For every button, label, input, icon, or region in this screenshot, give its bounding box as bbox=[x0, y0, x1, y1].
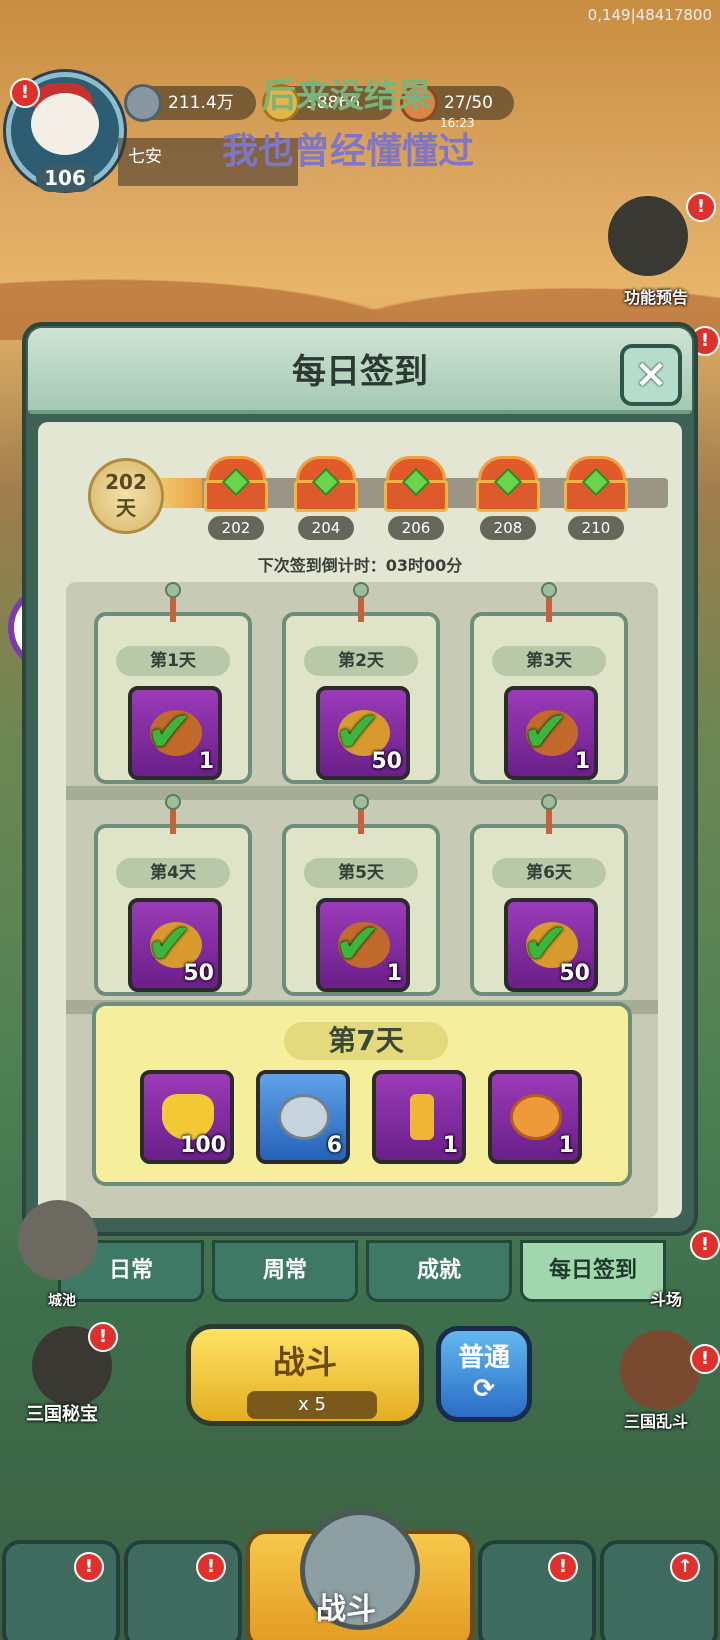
preview-npc-icon[interactable] bbox=[608, 196, 688, 276]
silver-resource[interactable]: 211.4万 bbox=[124, 84, 256, 122]
brawl-icon[interactable] bbox=[620, 1330, 700, 1410]
castle-icon[interactable] bbox=[18, 1200, 98, 1280]
day-card-6[interactable]: 第6天 ✔ 50 bbox=[470, 794, 628, 996]
chest-label: 206 bbox=[388, 516, 444, 540]
reward-item[interactable]: 1 bbox=[372, 1070, 466, 1164]
difficulty-label: 普通 bbox=[457, 1343, 510, 1373]
daily-checkin-dialog: 每日签到 × 202 天 202 204 206 208 210 下次签到倒计时… bbox=[22, 322, 698, 1236]
avatar-alert-icon: ! bbox=[10, 78, 40, 108]
castle-label: 城池 bbox=[48, 1293, 76, 1309]
nav-upgrade-arrow-icon: ↑ bbox=[670, 1552, 700, 1582]
chest-label: 204 bbox=[298, 516, 354, 540]
countdown-text: 下次签到倒计时：03时00分 bbox=[257, 556, 463, 575]
chest-label: 208 bbox=[480, 516, 536, 540]
close-button[interactable]: × bbox=[620, 344, 682, 406]
battle-button[interactable]: 战斗 x 5 bbox=[186, 1324, 424, 1426]
nav-alert-icon: ! bbox=[74, 1552, 104, 1582]
arena-alert-icon: ! bbox=[690, 1230, 720, 1260]
dialog-title: 每日签到 bbox=[292, 352, 428, 392]
battle-cost: x 5 bbox=[247, 1391, 377, 1419]
tab-achievement[interactable]: 成就 bbox=[366, 1240, 512, 1302]
day-card-2[interactable]: 第2天 ✔ 50 bbox=[282, 582, 440, 784]
reward-item: ✔ 1 bbox=[504, 686, 598, 780]
lyric-line-2: 我也曾经懂懂过 bbox=[222, 131, 475, 172]
nav-hero[interactable] bbox=[478, 1540, 596, 1640]
nav-city-gate[interactable] bbox=[2, 1540, 120, 1640]
day-card-7[interactable]: 第7天 100 6 1 1 bbox=[92, 1002, 632, 1186]
dialog-header: 每日签到 × bbox=[28, 328, 692, 414]
nav-helmet[interactable] bbox=[124, 1540, 242, 1640]
checkin-grid: 第1天 ✔ 1 第2天 ✔ 50 第3天 ✔ 1 第4天 ✔ 50 第5天 ✔ … bbox=[66, 582, 658, 1218]
sheep-face bbox=[31, 93, 99, 155]
day-count-medal: 202 天 bbox=[88, 458, 164, 534]
reward-item[interactable]: 6 bbox=[256, 1070, 350, 1164]
reward-item: ✔ 50 bbox=[128, 898, 222, 992]
day-card-5[interactable]: 第5天 ✔ 1 bbox=[282, 794, 440, 996]
key-icon bbox=[410, 1094, 434, 1140]
silver-coin-icon bbox=[124, 84, 162, 122]
nav-upgrade[interactable] bbox=[600, 1540, 718, 1640]
battle-label: 战斗 bbox=[272, 1343, 337, 1381]
dialog-body: 202 天 202 204 206 208 210 下次签到倒计时：03时00分… bbox=[38, 422, 682, 1218]
tab-daily-checkin[interactable]: 每日签到 bbox=[520, 1240, 666, 1302]
reward-item: ✔ 1 bbox=[316, 898, 410, 992]
reward-item[interactable]: 1 bbox=[488, 1070, 582, 1164]
nav-alert-icon: ! bbox=[196, 1552, 226, 1582]
brawl-alert-icon: ! bbox=[690, 1344, 720, 1374]
reward-chest-icon[interactable] bbox=[384, 456, 448, 512]
day-card-3[interactable]: 第3天 ✔ 1 bbox=[470, 582, 628, 784]
reward-chest-icon[interactable] bbox=[476, 456, 540, 512]
secret-alert-icon: ! bbox=[88, 1322, 118, 1352]
reward-chest-icon[interactable] bbox=[204, 456, 268, 512]
task-tabs: 日常 周常 成就 每日签到 bbox=[58, 1240, 676, 1306]
claimed-check-icon: ✔ bbox=[334, 912, 381, 977]
day-card-1[interactable]: 第1天 ✔ 1 bbox=[94, 582, 252, 784]
nav-alert-icon: ! bbox=[548, 1552, 578, 1582]
silver-coin-icon bbox=[278, 1094, 330, 1140]
reward-chest-icon[interactable] bbox=[564, 456, 628, 512]
claimed-check-icon: ✔ bbox=[522, 700, 569, 765]
chest-label: 202 bbox=[208, 516, 264, 540]
tab-weekly[interactable]: 周常 bbox=[212, 1240, 358, 1302]
reward-item: ✔ 50 bbox=[504, 898, 598, 992]
reward-item: ✔ 1 bbox=[128, 686, 222, 780]
nav-battle-label: 战斗 bbox=[316, 1592, 376, 1627]
day7-label: 第7天 bbox=[284, 1022, 448, 1060]
day-card-4[interactable]: 第4天 ✔ 50 bbox=[94, 794, 252, 996]
difficulty-button[interactable]: 普通 ⟳ bbox=[436, 1326, 532, 1422]
status-id-text: 0,149|48417800 bbox=[587, 6, 712, 24]
preview-label: 功能预告 bbox=[624, 288, 689, 307]
claimed-check-icon: ✔ bbox=[146, 700, 193, 765]
chest-label: 210 bbox=[568, 516, 624, 540]
lyric-line-1: 后来没结果 bbox=[262, 76, 432, 116]
brawl-label: 三国乱斗 bbox=[624, 1412, 689, 1431]
heart-coin-icon bbox=[510, 1094, 562, 1140]
reward-item: ✔ 50 bbox=[316, 686, 410, 780]
preview-alert-icon: ! bbox=[686, 192, 716, 222]
reward-chest-icon[interactable] bbox=[294, 456, 358, 512]
player-level: 106 bbox=[36, 164, 94, 192]
refresh-icon: ⟳ bbox=[473, 1374, 495, 1404]
arena-label: 斗场 bbox=[650, 1290, 683, 1309]
secret-label: 三国秘宝 bbox=[26, 1404, 98, 1425]
reward-item[interactable]: 100 bbox=[140, 1070, 234, 1164]
